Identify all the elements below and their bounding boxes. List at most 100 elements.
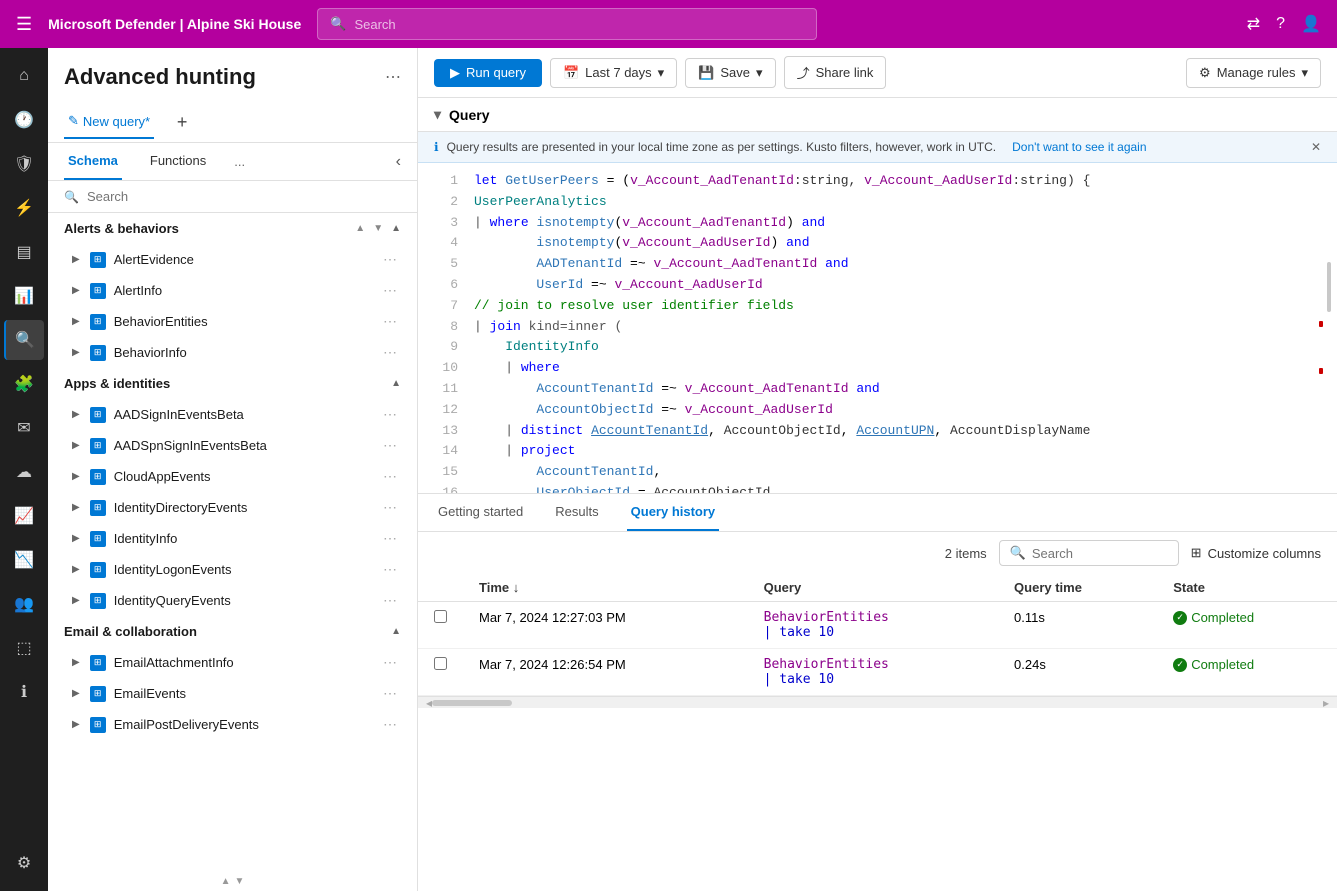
item-menu-icon[interactable]: ⋯ [379,280,401,301]
sidebar-item-hunting[interactable]: 🔍 [4,320,44,360]
tab-results[interactable]: Results [551,494,602,531]
sidebar-item-graph[interactable]: 📉 [4,540,44,580]
customize-columns-button[interactable]: ⊞ Customize columns [1191,545,1321,561]
alerts-scroll-up[interactable]: ▲ [355,223,365,234]
tab-getting-started[interactable]: Getting started [434,494,527,531]
query-collapse-chevron[interactable]: ▾ [434,106,441,123]
tab-functions[interactable]: Functions [146,143,210,180]
alerts-scroll-down[interactable]: ▼ [373,223,383,234]
row-checkbox[interactable] [418,649,463,696]
sidebar-item-partner[interactable]: 🧩 [4,364,44,404]
item-menu-icon[interactable]: ⋯ [379,404,401,425]
page-more-icon[interactable]: ⋯ [385,67,401,87]
share-button[interactable]: ⤴ Share link [784,56,887,89]
code-line-10: 10 | where [418,358,1337,379]
schema-item-alertinfo[interactable]: ▶ ⊞ AlertInfo ⋯ [48,275,417,306]
schema-item-emailevents[interactable]: ▶ ⊞ EmailEvents ⋯ [48,678,417,709]
info-close-icon[interactable]: ✕ [1311,140,1321,154]
row-query: BehaviorEntities | take 10 [748,602,998,649]
item-menu-icon[interactable]: ⋯ [379,714,401,735]
email-collapse-icon[interactable]: ▲ [391,626,401,637]
sidebar-item-apps[interactable]: ⬚ [4,628,44,668]
col-query: Query [748,574,998,602]
code-editor[interactable]: 1 let GetUserPeers = (v_Account_AadTenan… [418,163,1337,493]
sidebar-item-cloud[interactable]: ☁ [4,452,44,492]
schema-item-emailattachment[interactable]: ▶ ⊞ EmailAttachmentInfo ⋯ [48,647,417,678]
global-search-box[interactable]: 🔍 [317,8,817,40]
add-query-button[interactable]: + [162,102,202,142]
scroll-up-btn[interactable]: ▲ [221,876,231,887]
hamburger-icon[interactable]: ☰ [16,14,32,35]
item-menu-icon[interactable]: ⋯ [379,342,401,363]
section-alerts-header[interactable]: Alerts & behaviors ▲ ▼ ▲ [48,213,417,244]
history-search-box[interactable]: 🔍 [999,540,1179,566]
schema-item-behaviorinfo[interactable]: ▶ ⊞ BehaviorInfo ⋯ [48,337,417,368]
sidebar-item-actions[interactable]: ▤ [4,232,44,272]
code-line-14: 14 | project [418,441,1337,462]
sidebar-item-info[interactable]: ℹ [4,672,44,712]
manage-rules-button[interactable]: ⚙ Manage rules ▾ [1186,58,1321,88]
row-time: Mar 7, 2024 12:26:54 PM [463,649,748,696]
search-icon: 🔍 [330,16,346,32]
code-line-1: 1 let GetUserPeers = (v_Account_AadTenan… [418,171,1337,192]
scroll-down-btn[interactable]: ▼ [235,876,245,887]
sidebar-item-alerts[interactable]: 🛡 [4,144,44,184]
item-menu-icon[interactable]: ⋯ [379,683,401,704]
item-menu-icon[interactable]: ⋯ [379,249,401,270]
section-email-header[interactable]: Email & collaboration ▲ [48,616,417,647]
alerts-collapse-icon[interactable]: ▲ [391,223,401,234]
save-label: Save [720,65,750,80]
run-query-button[interactable]: ▶ Run query [434,59,542,87]
query-history-table: Time ↓ Query Query time State Mar 7, 202… [418,574,1337,696]
item-menu-icon[interactable]: ⋯ [379,497,401,518]
schema-item-identitydir[interactable]: ▶ ⊞ IdentityDirectoryEvents ⋯ [48,492,417,523]
tab-schema[interactable]: Schema [64,143,122,180]
item-menu-icon[interactable]: ⋯ [379,311,401,332]
row-checkbox[interactable] [418,602,463,649]
scroll-right-arrow[interactable]: ▸ [1323,696,1329,710]
item-menu-icon[interactable]: ⋯ [379,590,401,611]
scrollbar-thumb[interactable] [432,700,512,706]
info-action-link[interactable]: Don't want to see it again [1012,140,1146,154]
timerange-button[interactable]: 📅 Last 7 days ▾ [550,58,677,88]
sidebar-item-settings[interactable]: ⚙ [4,843,44,883]
editor-scrollbar[interactable] [1327,262,1331,312]
item-menu-icon[interactable]: ⋯ [379,559,401,580]
schema-more-icon[interactable]: ... [234,154,245,169]
schema-search-input[interactable] [87,189,401,204]
save-button[interactable]: 💾 Save ▾ [685,58,775,88]
col-time[interactable]: Time ↓ [463,574,748,602]
items-count: 2 items [945,546,987,561]
global-search-input[interactable] [354,17,804,32]
item-menu-icon[interactable]: ⋯ [379,528,401,549]
user-icon[interactable]: 👤 [1301,14,1321,34]
help-icon[interactable]: ? [1276,15,1285,33]
schema-item-aadsignin[interactable]: ▶ ⊞ AADSignInEventsBeta ⋯ [48,399,417,430]
schema-item-identitylogon[interactable]: ▶ ⊞ IdentityLogonEvents ⋯ [48,554,417,585]
schema-item-cloudapp[interactable]: ▶ ⊞ CloudAppEvents ⋯ [48,461,417,492]
horizontal-scrollbar[interactable]: ◂ ▸ [418,696,1337,708]
schema-item-behaviorentities[interactable]: ▶ ⊞ BehaviorEntities ⋯ [48,306,417,337]
item-menu-icon[interactable]: ⋯ [379,435,401,456]
schema-item-emailpostdelivery[interactable]: ▶ ⊞ EmailPostDeliveryEvents ⋯ [48,709,417,740]
schema-item-identityquery[interactable]: ▶ ⊞ IdentityQueryEvents ⋯ [48,585,417,616]
schema-item-identityinfo[interactable]: ▶ ⊞ IdentityInfo ⋯ [48,523,417,554]
schema-item-alertevidence[interactable]: ▶ ⊞ AlertEvidence ⋯ [48,244,417,275]
sidebar-item-mail[interactable]: ✉ [4,408,44,448]
item-menu-icon[interactable]: ⋯ [379,466,401,487]
schema-item-aadspn[interactable]: ▶ ⊞ AADSpnSignInEventsBeta ⋯ [48,430,417,461]
collapse-sidebar-button[interactable]: ‹ [396,153,401,171]
sidebar-item-users[interactable]: 👥 [4,584,44,624]
share-icon[interactable]: ⇄ [1247,14,1260,34]
sidebar-item-home[interactable]: ⌂ [4,56,44,96]
apps-collapse-icon[interactable]: ▲ [391,378,401,389]
sidebar-item-reports[interactable]: 📊 [4,276,44,316]
sidebar-item-incidents[interactable]: ⚡ [4,188,44,228]
tab-query-history[interactable]: Query history [627,494,720,531]
sidebar-item-recent[interactable]: 🕐 [4,100,44,140]
sidebar-item-analytics[interactable]: 📈 [4,496,44,536]
history-search-input[interactable] [1032,546,1168,561]
new-query-tab[interactable]: ✎ New query* [64,105,154,139]
section-apps-header[interactable]: Apps & identities ▲ [48,368,417,399]
item-menu-icon[interactable]: ⋯ [379,652,401,673]
